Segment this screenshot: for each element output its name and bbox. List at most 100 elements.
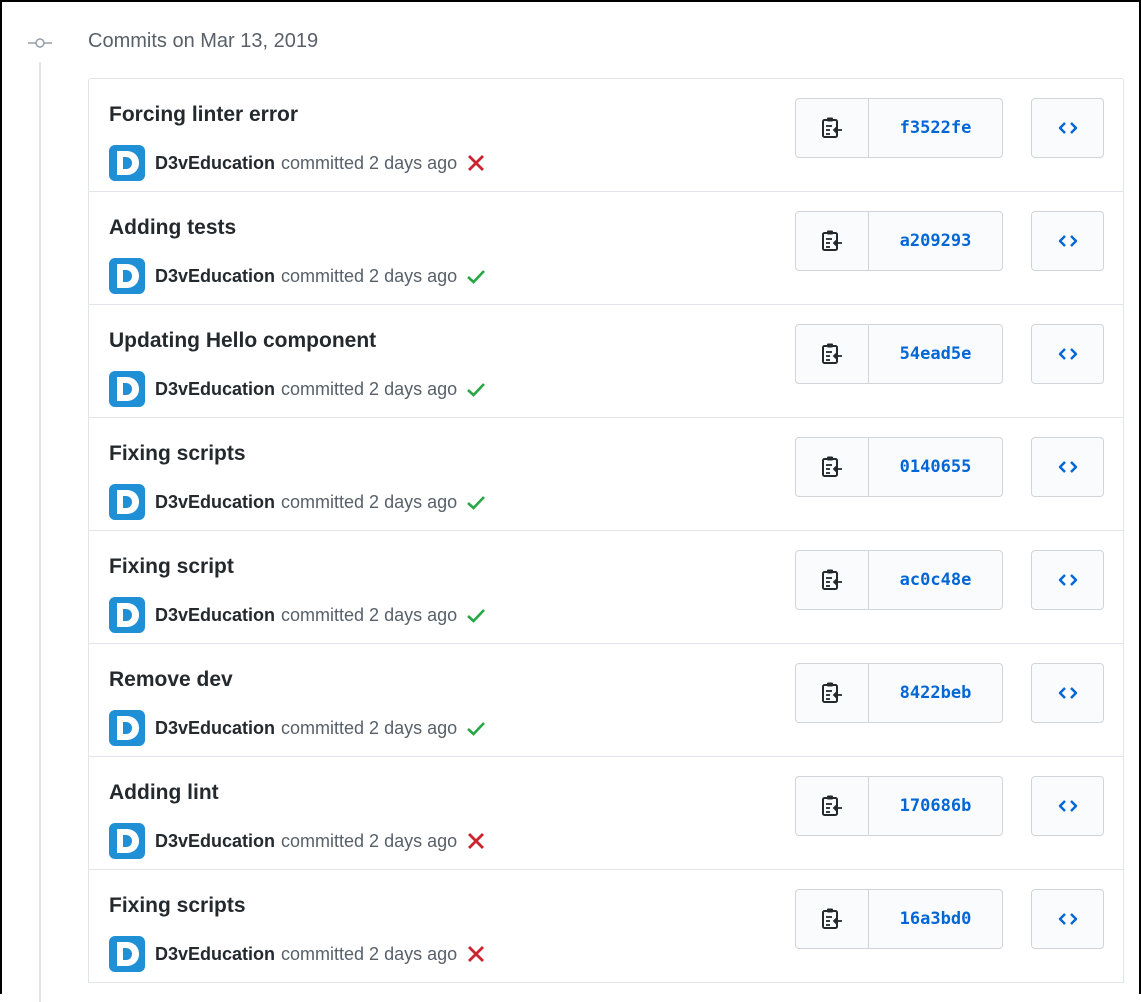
x-icon[interactable] <box>465 152 487 174</box>
browse-files-button[interactable] <box>1031 437 1104 497</box>
check-icon[interactable] <box>465 604 487 626</box>
clippy-icon <box>822 117 842 138</box>
commit-sha-group: ac0c48e <box>795 550 1003 610</box>
commit-meta: D3vEducation committed 2 days ago <box>109 823 487 859</box>
browse-files-button[interactable] <box>1031 98 1104 158</box>
commit-sha-link[interactable]: 8422beb <box>869 664 1002 722</box>
commit-time: committed 2 days ago <box>281 943 458 964</box>
commit-list: Forcing linter error D3vEducation commit… <box>88 78 1124 983</box>
commit-sha-link[interactable]: 54ead5e <box>869 325 1002 383</box>
avatar[interactable] <box>109 597 145 633</box>
commit-title[interactable]: Fixing scripts <box>109 442 246 466</box>
commit-meta: D3vEducation committed 2 days ago <box>109 936 487 972</box>
commit-time: committed 2 days ago <box>281 378 458 399</box>
browse-files-button[interactable] <box>1031 324 1104 384</box>
copy-sha-button[interactable] <box>796 551 869 609</box>
commit-meta: D3vEducation committed 2 days ago <box>109 710 487 746</box>
code-icon <box>1058 913 1077 925</box>
code-icon <box>1058 122 1077 134</box>
commit-time: committed 2 days ago <box>281 717 458 738</box>
copy-sha-button[interactable] <box>796 890 869 948</box>
commit-title[interactable]: Fixing script <box>109 555 234 579</box>
avatar[interactable] <box>109 258 145 294</box>
browse-files-button[interactable] <box>1031 889 1104 949</box>
commit-sha-link[interactable]: 0140655 <box>869 438 1002 496</box>
code-icon <box>1058 461 1077 473</box>
commit-row: Adding tests D3vEducation committed 2 da… <box>89 192 1123 305</box>
commit-author[interactable]: D3vEducation <box>155 266 275 287</box>
copy-sha-button[interactable] <box>796 212 869 270</box>
commit-sha-link[interactable]: ac0c48e <box>869 551 1002 609</box>
commit-author[interactable]: D3vEducation <box>155 831 275 852</box>
x-icon[interactable] <box>465 830 487 852</box>
code-icon <box>1058 687 1077 699</box>
commit-meta: D3vEducation committed 2 days ago <box>109 597 487 633</box>
commit-author[interactable]: D3vEducation <box>155 944 275 965</box>
browse-files-button[interactable] <box>1031 550 1104 610</box>
commit-row: Remove dev D3vEducation committed 2 days… <box>89 644 1123 757</box>
commit-node-icon <box>28 38 52 48</box>
commit-time: committed 2 days ago <box>281 152 458 173</box>
browse-files-button[interactable] <box>1031 663 1104 723</box>
commits-page: Commits on Mar 13, 2019 Forcing linter e… <box>0 0 1141 1002</box>
x-icon[interactable] <box>465 943 487 965</box>
commit-sha-group: a209293 <box>795 211 1003 271</box>
commit-sha-group: f3522fe <box>795 98 1003 158</box>
avatar[interactable] <box>109 484 145 520</box>
avatar[interactable] <box>109 823 145 859</box>
clippy-icon <box>822 795 842 816</box>
commit-meta: D3vEducation committed 2 days ago <box>109 484 487 520</box>
timeline-line <box>39 62 41 1002</box>
code-icon <box>1058 800 1077 812</box>
commit-row: Fixing scripts D3vEducation committed 2 … <box>89 870 1123 983</box>
commit-sha-group: 16a3bd0 <box>795 889 1003 949</box>
copy-sha-button[interactable] <box>796 777 869 835</box>
avatar[interactable] <box>109 371 145 407</box>
clippy-icon <box>822 682 842 703</box>
commit-sha-group: 170686b <box>795 776 1003 836</box>
clippy-icon <box>822 456 842 477</box>
copy-sha-button[interactable] <box>796 664 869 722</box>
commit-time: committed 2 days ago <box>281 265 458 286</box>
copy-sha-button[interactable] <box>796 438 869 496</box>
code-icon <box>1058 574 1077 586</box>
commit-sha-link[interactable]: a209293 <box>869 212 1002 270</box>
commit-title[interactable]: Remove dev <box>109 668 233 692</box>
commit-author[interactable]: D3vEducation <box>155 718 275 739</box>
commit-author[interactable]: D3vEducation <box>155 379 275 400</box>
copy-sha-button[interactable] <box>796 325 869 383</box>
commit-title[interactable]: Adding lint <box>109 781 219 805</box>
check-icon[interactable] <box>465 491 487 513</box>
commit-sha-group: 54ead5e <box>795 324 1003 384</box>
commit-title[interactable]: Adding tests <box>109 216 236 240</box>
commit-title[interactable]: Updating Hello component <box>109 329 376 353</box>
clippy-icon <box>822 908 842 929</box>
commit-sha-link[interactable]: 170686b <box>869 777 1002 835</box>
browse-files-button[interactable] <box>1031 211 1104 271</box>
check-icon[interactable] <box>465 717 487 739</box>
commit-time: committed 2 days ago <box>281 604 458 625</box>
commit-row: Fixing scripts D3vEducation committed 2 … <box>89 418 1123 531</box>
commit-author[interactable]: D3vEducation <box>155 492 275 513</box>
clippy-icon <box>822 230 842 251</box>
commit-author[interactable]: D3vEducation <box>155 605 275 626</box>
commit-meta: D3vEducation committed 2 days ago <box>109 145 487 181</box>
commit-meta: D3vEducation committed 2 days ago <box>109 371 487 407</box>
commit-author[interactable]: D3vEducation <box>155 153 275 174</box>
commit-row: Fixing script D3vEducation committed 2 d… <box>89 531 1123 644</box>
copy-sha-button[interactable] <box>796 99 869 157</box>
commit-row: Updating Hello component D3vEducation co… <box>89 305 1123 418</box>
commit-title[interactable]: Fixing scripts <box>109 894 246 918</box>
code-icon <box>1058 348 1077 360</box>
commit-sha-link[interactable]: f3522fe <box>869 99 1002 157</box>
commit-time: committed 2 days ago <box>281 491 458 512</box>
commit-title[interactable]: Forcing linter error <box>109 103 298 127</box>
browse-files-button[interactable] <box>1031 776 1104 836</box>
check-icon[interactable] <box>465 265 487 287</box>
check-icon[interactable] <box>465 378 487 400</box>
avatar[interactable] <box>109 710 145 746</box>
avatar[interactable] <box>109 936 145 972</box>
commit-sha-link[interactable]: 16a3bd0 <box>869 890 1002 948</box>
avatar[interactable] <box>109 145 145 181</box>
commit-meta: D3vEducation committed 2 days ago <box>109 258 487 294</box>
